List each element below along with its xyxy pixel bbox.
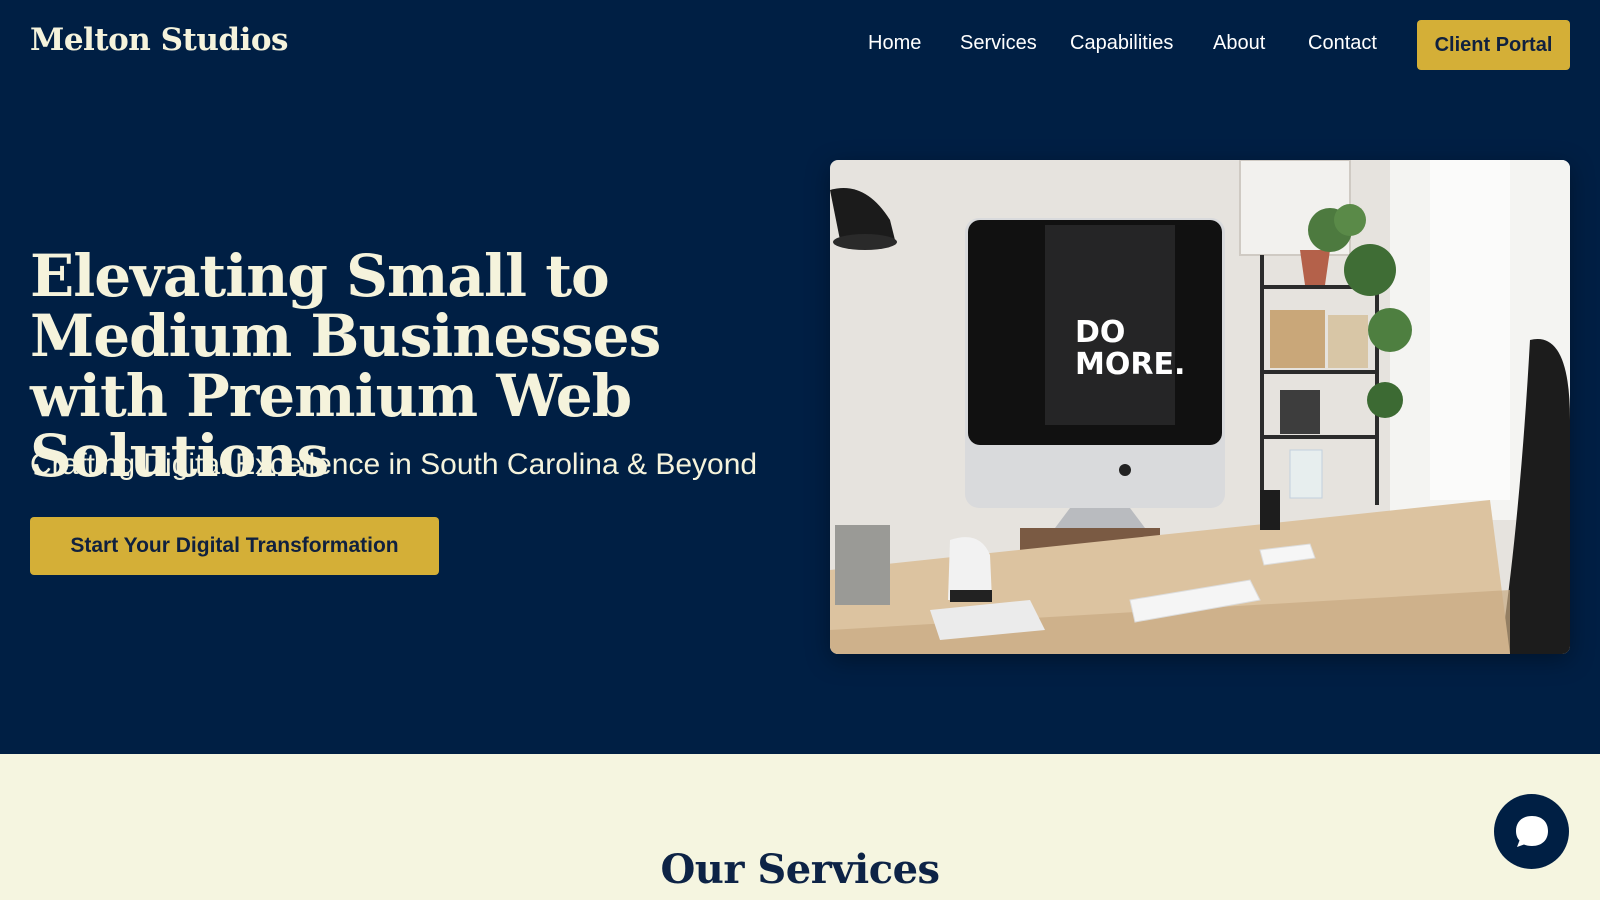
hero-subtitle: Crafting Digital Excellence in South Car… xyxy=(30,448,758,481)
hero-image: DO MORE. xyxy=(830,160,1570,654)
nav-link-about[interactable]: About xyxy=(1213,32,1265,55)
site-header: Melton Studios Home Services Capabilitie… xyxy=(0,0,1600,90)
svg-text:MORE.: MORE. xyxy=(1075,347,1185,382)
nav-link-contact[interactable]: Contact xyxy=(1308,32,1377,55)
nav-link-capabilities[interactable]: Capabilities xyxy=(1070,32,1173,55)
nav-link-home[interactable]: Home xyxy=(868,32,921,55)
brand-logo[interactable]: Melton Studios xyxy=(30,22,288,58)
workspace-illustration: DO MORE. xyxy=(830,160,1570,654)
svg-text:DO: DO xyxy=(1075,315,1125,350)
client-portal-button[interactable]: Client Portal xyxy=(1417,20,1570,70)
nav-link-services[interactable]: Services xyxy=(960,32,1037,55)
start-transformation-button[interactable]: Start Your Digital Transformation xyxy=(30,517,439,575)
chat-bubble-icon xyxy=(1515,815,1548,847)
chat-button[interactable] xyxy=(1494,794,1569,869)
services-heading: Our Services xyxy=(660,846,940,893)
